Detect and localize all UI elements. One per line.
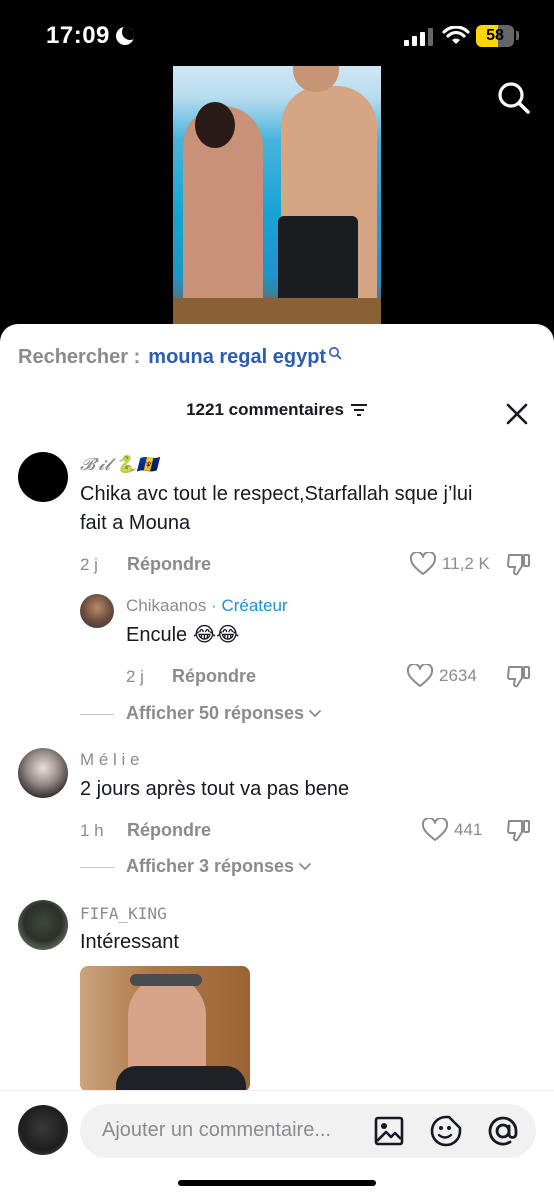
avatar[interactable] [18, 452, 68, 502]
view-replies-label: Afficher 50 réponses [126, 703, 305, 723]
comment-time: 2 j [80, 555, 98, 574]
comments-count: 1221 commentaires [186, 400, 344, 419]
moon-icon [115, 27, 134, 45]
comment-time: 1 h [80, 821, 104, 840]
like-button[interactable]: 11,2 K [410, 552, 490, 576]
reply-username-label[interactable]: Chikaanos [126, 596, 206, 615]
search-icon[interactable] [496, 80, 532, 116]
video-figure-head [195, 102, 235, 148]
like-count: 11,2 K [442, 554, 490, 573]
reply-time: 2 j [126, 667, 144, 686]
divider [80, 867, 114, 868]
heart-icon [407, 664, 433, 687]
comment-text: Intéressant [80, 931, 179, 953]
comment-input-placeholder: Ajouter un commentaire... [102, 1119, 331, 1141]
chevron-down-icon [309, 709, 321, 717]
avatar[interactable] [18, 1105, 68, 1155]
heart-icon [422, 818, 448, 841]
comment-image[interactable] [80, 966, 250, 1092]
comments-header: 1221 commentaires [0, 400, 554, 420]
dislike-icon[interactable] [506, 664, 532, 688]
search-suggestion-term[interactable]: mouna regal egypt [148, 346, 326, 369]
close-icon[interactable] [504, 401, 530, 427]
creator-badge: Créateur [221, 596, 288, 615]
view-replies-label: Afficher 3 réponses [126, 856, 295, 876]
avatar[interactable] [18, 748, 68, 798]
emoji-icon[interactable] [429, 1114, 463, 1148]
at-icon[interactable] [486, 1114, 520, 1148]
reply-button[interactable]: Répondre [127, 820, 211, 841]
reply-button[interactable]: Répondre [172, 666, 256, 687]
clock-label: 17:09 [46, 22, 110, 49]
reply-text: Encule 😂😂 [126, 624, 240, 646]
search-suggestion[interactable]: Rechercher : mouna regal egypt [18, 346, 342, 369]
comment-text-line: Chika avc tout le respect,Starfallah squ… [80, 483, 473, 505]
dislike-icon[interactable] [506, 818, 532, 842]
reply-button[interactable]: Répondre [127, 554, 211, 575]
view-replies-button[interactable]: Afficher 3 réponses [80, 856, 312, 877]
image-icon[interactable] [373, 1115, 405, 1147]
battery-level: 58 [486, 27, 504, 44]
battery-icon: 58 [476, 25, 514, 47]
signal-icon [404, 28, 433, 46]
like-count: 441 [454, 820, 483, 839]
filter-icon[interactable] [350, 403, 368, 417]
chevron-down-icon [299, 862, 311, 870]
comment-username[interactable]: FIFA_KING [80, 904, 167, 923]
comment-text: 2 jours après tout va pas bene [80, 778, 350, 800]
divider [80, 714, 114, 715]
like-button[interactable]: 441 [422, 818, 482, 842]
search-icon [329, 346, 342, 359]
home-indicator[interactable] [178, 1180, 376, 1186]
comment-username[interactable]: 𝓑'𝓲𝓵 🐍🇧🇧 [80, 455, 158, 475]
dislike-icon[interactable] [506, 552, 532, 576]
avatar[interactable] [18, 900, 68, 950]
separator: · [206, 596, 222, 615]
view-replies-button[interactable]: Afficher 50 réponses [80, 703, 322, 724]
status-time: 17:09 [46, 22, 134, 50]
comment-username[interactable]: M é l i e [80, 750, 140, 770]
like-button[interactable]: 2634 [407, 664, 477, 688]
comment-text-line: fait a Mouna [80, 512, 191, 534]
video-preview[interactable] [173, 66, 381, 328]
comment-text: Chika avc tout le respect,Starfallah squ… [80, 480, 472, 538]
heart-icon [410, 552, 436, 575]
reply-username: Chikaanos · Créateur [126, 596, 288, 616]
like-count: 2634 [439, 666, 477, 685]
battery-tip [516, 31, 519, 40]
image-glasses [130, 974, 202, 986]
wifi-icon [442, 26, 470, 44]
image-shirt [116, 1066, 246, 1092]
search-suggestion-label: Rechercher : [18, 346, 141, 368]
avatar[interactable] [80, 594, 114, 628]
status-bar: 17:09 58 [0, 0, 554, 66]
